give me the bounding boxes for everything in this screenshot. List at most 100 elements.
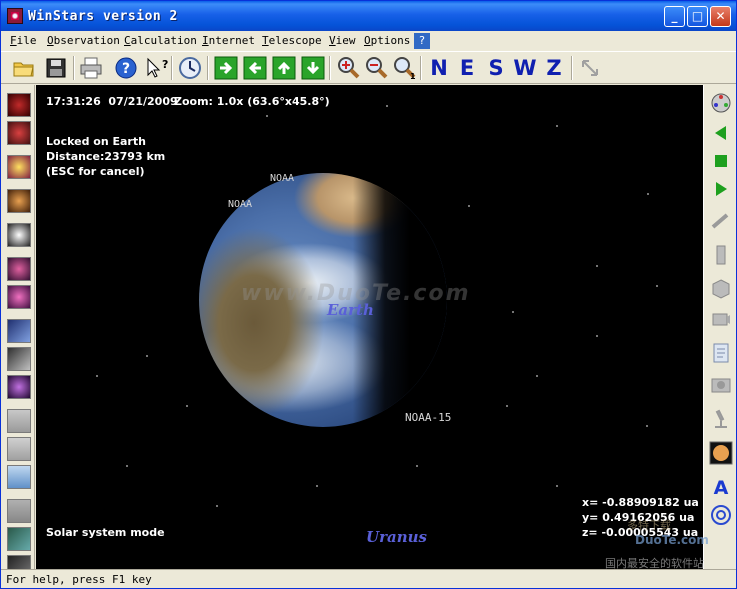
grid-icon[interactable]	[7, 499, 31, 523]
play-forward-icon[interactable]	[709, 177, 733, 201]
svg-text:1: 1	[410, 72, 416, 81]
menu-observation[interactable]: Observation	[47, 34, 120, 47]
star	[556, 485, 558, 487]
corner-watermark-line1: DuoTe.com	[635, 533, 709, 547]
movie-reel-icon[interactable]	[709, 91, 733, 115]
clock-icon[interactable]	[177, 55, 203, 81]
lock-info: Locked on Earth Distance:23793 km (ESC f…	[46, 135, 166, 178]
zoom-display: Zoom: 1.0x (63.6°x45.8°)	[174, 95, 330, 108]
toolbar-separator	[420, 56, 422, 80]
zoom-in-icon[interactable]	[335, 55, 361, 81]
star	[656, 285, 658, 287]
close-button[interactable]: ✕	[710, 6, 731, 27]
star	[416, 465, 418, 467]
microscope-icon[interactable]	[709, 407, 733, 431]
zoom-reset-icon[interactable]: 1	[391, 55, 417, 81]
deep-sky-icon[interactable]	[7, 375, 31, 399]
constellation-lines-icon[interactable]	[7, 93, 31, 117]
zoom-out-icon[interactable]	[363, 55, 389, 81]
moon-icon[interactable]	[7, 223, 31, 247]
status-bar: For help, press F1 key	[1, 569, 736, 588]
photo-icon[interactable]	[709, 373, 733, 397]
menu-calculation[interactable]: Calculation	[124, 34, 197, 47]
help-icon[interactable]: ?	[113, 55, 139, 81]
star	[596, 335, 598, 337]
asteroid-icon[interactable]	[7, 347, 31, 371]
menu-telescope[interactable]: Telescope	[262, 34, 322, 47]
arrow-right-icon[interactable]	[213, 55, 239, 81]
star	[512, 311, 514, 313]
sky-view[interactable]: 17:31:26 07/21/2009 Zoom: 1.0x (63.6°x45…	[36, 85, 703, 569]
stop-icon[interactable]	[709, 149, 733, 173]
star	[556, 125, 558, 127]
right-toolbar: A	[703, 85, 736, 569]
play-backward-icon[interactable]	[709, 121, 733, 145]
galaxy-icon[interactable]	[7, 285, 31, 309]
direction-zenith-button[interactable]: Z	[541, 54, 567, 82]
satellite-label[interactable]: NOAA	[270, 173, 294, 184]
menu-file[interactable]: File	[10, 34, 37, 47]
maximize-button[interactable]: □	[687, 6, 708, 27]
nebula-icon[interactable]	[7, 257, 31, 281]
uranus-label[interactable]: Uranus	[366, 528, 427, 546]
whats-this-icon[interactable]: ?	[143, 55, 169, 81]
star	[146, 355, 148, 357]
save-icon[interactable]	[43, 55, 69, 81]
toolbar-separator	[207, 56, 209, 80]
star	[386, 105, 388, 107]
device-icon[interactable]	[709, 243, 733, 267]
constellation-figures-icon[interactable]	[7, 121, 31, 145]
app-icon[interactable]	[7, 8, 23, 24]
document-icon[interactable]	[709, 341, 733, 365]
toolbar-separator	[171, 56, 173, 80]
comet-icon[interactable]	[7, 319, 31, 343]
arrow-up-icon[interactable]	[271, 55, 297, 81]
ecliptic-icon[interactable]	[7, 555, 31, 569]
horizon-icon[interactable]	[7, 437, 31, 461]
minimize-button[interactable]: _	[664, 6, 685, 27]
menu-help[interactable]: ?	[414, 33, 430, 49]
mode-display: Solar system mode	[46, 526, 165, 539]
print-icon[interactable]	[78, 55, 104, 81]
equatorial-grid-icon[interactable]	[7, 527, 31, 551]
satellite-label[interactable]: NOAA	[228, 199, 252, 210]
star	[468, 205, 470, 207]
star	[186, 405, 188, 407]
coord-x: x= -0.88909182 ua	[582, 496, 699, 509]
menu-options[interactable]: Options	[364, 34, 410, 47]
cube-icon[interactable]	[709, 277, 733, 301]
planets-icon[interactable]	[7, 189, 31, 213]
sun-icon[interactable]	[709, 441, 733, 465]
direction-north-button[interactable]: N	[426, 54, 452, 82]
star	[216, 505, 218, 507]
menu-internet[interactable]: Internet	[202, 34, 255, 47]
ground-icon[interactable]	[7, 409, 31, 433]
font-icon[interactable]: A	[709, 475, 733, 499]
earth-label[interactable]: Earth	[327, 301, 374, 319]
corner-watermark: 多特下载 DuoTe.com 国内最安全的软件站	[605, 517, 735, 570]
star	[596, 265, 598, 267]
stars-icon[interactable]	[7, 155, 31, 179]
toolbar-separator	[73, 56, 75, 80]
direction-west-button[interactable]: W	[512, 54, 538, 82]
left-toolbar	[1, 85, 35, 569]
camera-icon[interactable]	[709, 307, 733, 331]
menu-bar: File Observation Calculation Internet Te…	[1, 31, 736, 51]
direction-south-button[interactable]: S	[483, 54, 509, 82]
star	[646, 425, 648, 427]
window-title: WinStars version 2	[28, 9, 178, 24]
menu-view[interactable]: View	[329, 34, 356, 47]
resize-icon[interactable]	[577, 55, 603, 81]
satellite-label-noaa15[interactable]: NOAA-15	[405, 411, 451, 424]
title-bar[interactable]: WinStars version 2 _ □ ✕	[1, 1, 736, 31]
atmosphere-icon[interactable]	[7, 465, 31, 489]
arrow-left-icon[interactable]	[242, 55, 268, 81]
arrow-down-icon[interactable]	[300, 55, 326, 81]
star	[647, 193, 649, 195]
direction-east-button[interactable]: E	[454, 54, 480, 82]
main-toolbar: ? ? 1 N E S W Z	[1, 51, 736, 84]
telescope-icon[interactable]	[709, 209, 733, 233]
star	[316, 485, 318, 487]
toolbar-separator	[571, 56, 573, 80]
open-folder-icon[interactable]	[11, 55, 37, 81]
